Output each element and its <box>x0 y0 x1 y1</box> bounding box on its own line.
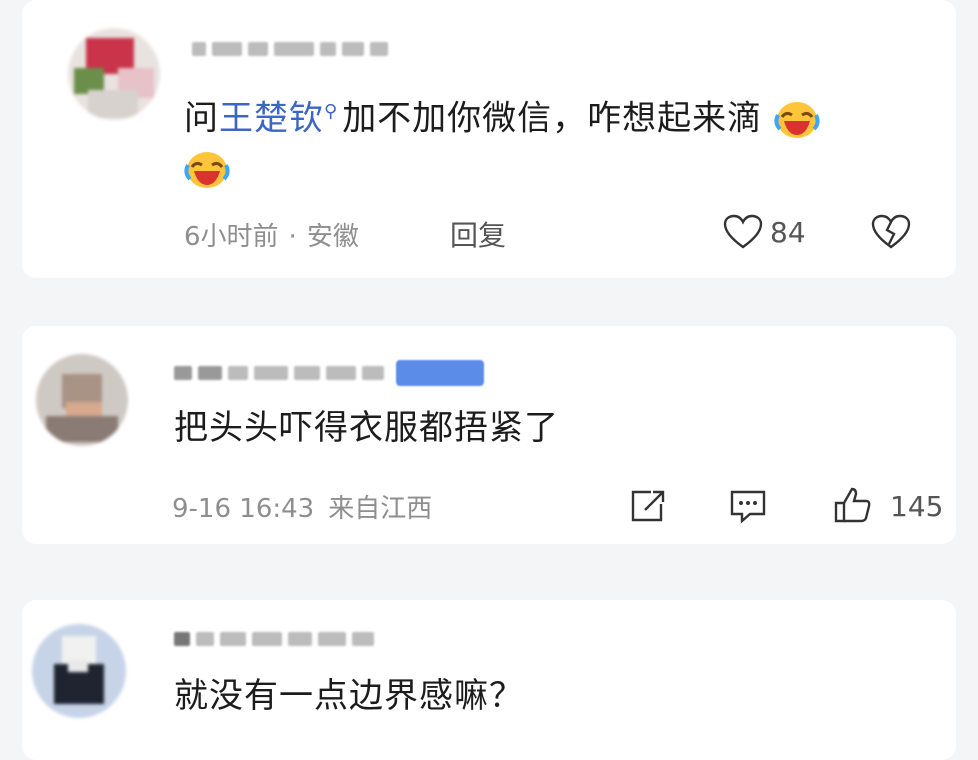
comment-text-line2 <box>184 146 230 191</box>
comment-text: 就没有一点边界感嘛？ <box>174 676 524 716</box>
comment-location: 安徽 <box>306 222 359 252</box>
reply-button[interactable]: 回复 <box>450 214 506 254</box>
avatar[interactable] <box>32 624 126 718</box>
comment-text-prefix: 问 <box>184 98 219 139</box>
heart-icon[interactable] <box>722 212 764 252</box>
comment-meta: 9-16 16:43 来自江西 <box>172 488 432 525</box>
comment-time: 6小时前 <box>184 222 279 252</box>
comment-icon[interactable] <box>726 486 770 526</box>
separator-dot: · <box>288 222 297 252</box>
user-badge <box>396 360 484 386</box>
thumbs-up-icon[interactable] <box>830 484 874 526</box>
comment-card: 问王楚钦⚲ 加不加你微信，咋想起来滴 6小时前 · 安徽 回复 84 <box>22 0 956 278</box>
username[interactable] <box>174 626 374 652</box>
like-count: 145 <box>890 490 944 523</box>
mention-link[interactable]: 王楚钦 <box>219 98 324 138</box>
username[interactable] <box>192 36 388 62</box>
laughing-crying-emoji <box>184 149 230 191</box>
like-count: 84 <box>770 216 806 249</box>
comment-location: 来自江西 <box>328 494 433 524</box>
avatar[interactable] <box>36 354 128 446</box>
avatar[interactable] <box>68 28 160 120</box>
comment-text: 把头头吓得衣服都捂紧了 <box>174 408 559 448</box>
broken-heart-icon[interactable] <box>870 212 912 252</box>
comment-meta: 6小时前 · 安徽 <box>184 216 359 253</box>
username[interactable] <box>174 360 484 386</box>
comment-card: 把头头吓得衣服都捂紧了 9-16 16:43 来自江西 145 <box>22 326 956 544</box>
laughing-crying-emoji <box>774 99 820 141</box>
search-icon[interactable]: ⚲ <box>324 101 338 122</box>
share-icon[interactable] <box>626 486 670 526</box>
comment-time: 9-16 16:43 <box>172 494 315 524</box>
comment-text-suffix: 加不加你微信，咋想起来滴 <box>342 98 763 139</box>
comment-card: 就没有一点边界感嘛？ <box>22 600 956 760</box>
comment-text: 问王楚钦⚲ 加不加你微信，咋想起来滴 <box>184 90 820 141</box>
